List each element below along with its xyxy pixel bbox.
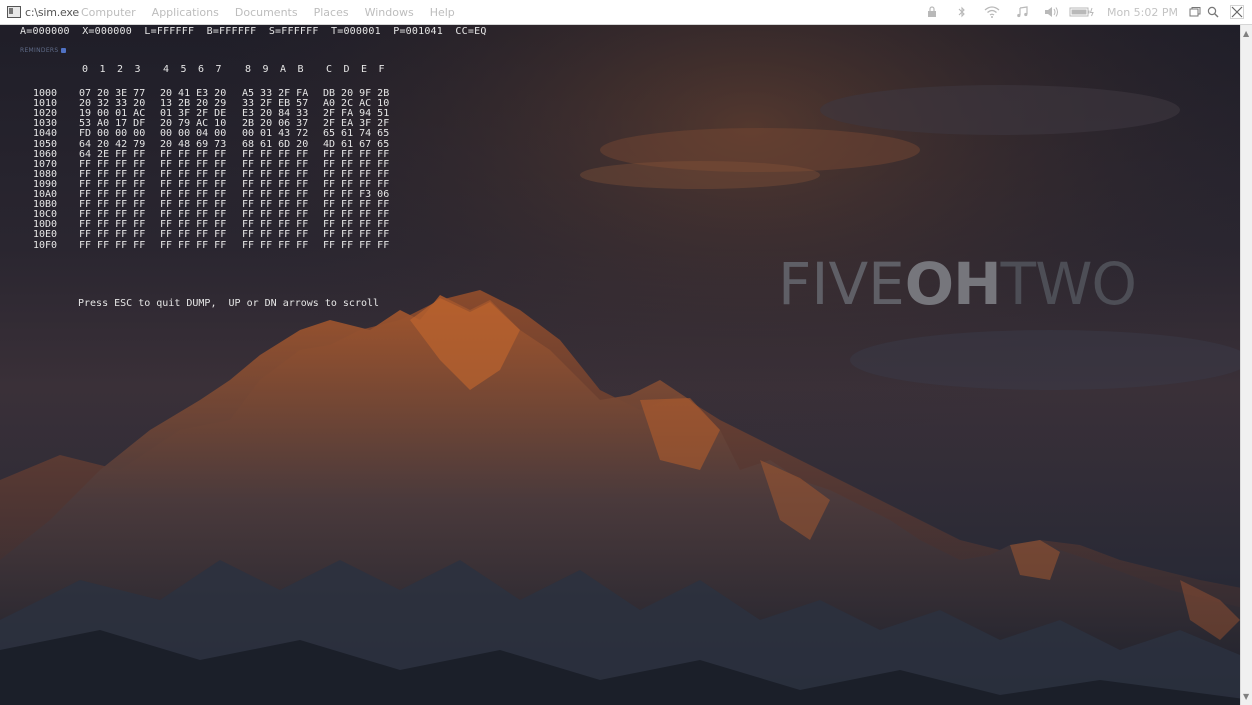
dump-header-col-6: 6	[198, 64, 205, 75]
dump-header-col-7: 7	[215, 64, 222, 75]
register-line: A=000000 X=000000 L=FFFFFF B=FFFFFF S=FF…	[20, 26, 487, 37]
console-output: A=000000 X=000000 L=FFFFFF B=FFFFFF S=FF…	[0, 25, 1241, 705]
byte-group: FF FF FF FF	[242, 229, 309, 241]
reminders-text: REMINDERS	[20, 47, 59, 54]
dump-instructions: Press ESC to quit DUMP, UP or DN arrows …	[78, 298, 380, 309]
menu-computer[interactable]: Computer	[81, 6, 136, 19]
top-menu-bar: c:\sim.exe Computer Applications Documen…	[0, 0, 1252, 25]
byte-group: FF FF FF FF	[160, 229, 227, 241]
bluetooth-icon[interactable]	[947, 4, 977, 20]
row-address: 10E0	[33, 229, 58, 241]
lock-icon[interactable]	[917, 4, 947, 20]
dump-header-col-C: C	[326, 64, 333, 75]
byte-group: FF FF FF FF	[79, 239, 146, 251]
byte-group: FF FF FF FF	[79, 229, 146, 241]
reminders-badge-icon	[61, 48, 67, 53]
battery-icon[interactable]	[1067, 4, 1097, 20]
dump-header-col-4: 4	[163, 64, 170, 75]
byte-group: FF FF FF FF	[242, 239, 309, 251]
system-tray: Mon 5:02 PM	[917, 4, 1246, 20]
scroll-down-arrow-icon[interactable]: ▼	[1243, 692, 1249, 701]
menu-windows[interactable]: Windows	[365, 6, 414, 19]
dump-header-col-F: F	[378, 64, 385, 75]
row-address: 10F0	[33, 239, 58, 251]
dump-header-col-0: 0	[82, 64, 89, 75]
search-icon[interactable]	[1204, 4, 1222, 20]
menubar-clock[interactable]: Mon 5:02 PM	[1107, 6, 1178, 19]
dump-header-col-3: 3	[134, 64, 141, 75]
menu-applications[interactable]: Applications	[152, 6, 219, 19]
wifi-icon[interactable]	[977, 4, 1007, 20]
byte-group: 00 00 04 00	[160, 128, 227, 140]
byte-group: FF FF FF FF	[323, 239, 390, 251]
dump-header-col-A: A	[280, 64, 287, 75]
console-window-icon[interactable]	[7, 6, 21, 18]
menu-places[interactable]: Places	[314, 6, 349, 19]
window-title: c:\sim.exe	[25, 5, 79, 19]
byte-group: 00 01 43 72	[242, 128, 309, 140]
restore-icon[interactable]	[1186, 4, 1204, 20]
dump-header-col-5: 5	[180, 64, 187, 75]
console-scrollbar[interactable]: ▲ ▼	[1240, 25, 1252, 705]
dump-header-col-2: 2	[117, 64, 124, 75]
dump-header-col-9: 9	[262, 64, 269, 75]
close-icon[interactable]	[1228, 4, 1246, 20]
menu-help[interactable]: Help	[430, 6, 455, 19]
byte-group: FD 00 00 00	[79, 128, 146, 140]
scroll-up-arrow-icon[interactable]: ▲	[1243, 29, 1249, 38]
volume-icon[interactable]	[1037, 4, 1067, 20]
reminders-label[interactable]: REMINDERS	[20, 46, 67, 56]
menu-documents[interactable]: Documents	[235, 6, 298, 19]
dump-header-col-D: D	[343, 64, 350, 75]
byte-group: 65 61 74 65	[323, 128, 390, 140]
byte-group: FF FF FF FF	[160, 239, 227, 251]
dump-header-col-E: E	[361, 64, 368, 75]
music-icon[interactable]	[1007, 4, 1037, 20]
dump-header-col-8: 8	[245, 64, 252, 75]
byte-group: FF FF FF FF	[323, 229, 390, 241]
dump-header-col-1: 1	[99, 64, 106, 75]
dump-header-col-B: B	[297, 64, 304, 75]
row-address: 1040	[33, 128, 58, 140]
